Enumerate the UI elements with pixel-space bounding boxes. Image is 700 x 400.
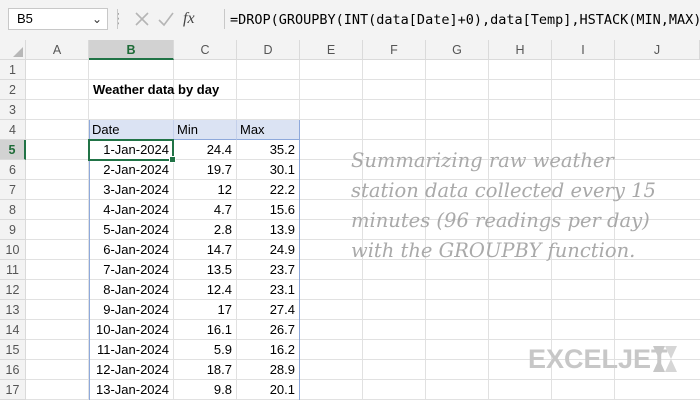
date-cell[interactable]: 12-Jan-2024 [89, 360, 174, 380]
date-cell[interactable]: 3-Jan-2024 [89, 180, 174, 200]
max-cell[interactable]: 15.6 [237, 200, 300, 220]
row-header[interactable]: 17 [0, 380, 26, 400]
row-header[interactable]: 4 [0, 120, 26, 140]
sheet-title[interactable]: Weather data by day [93, 80, 219, 100]
divider [224, 9, 225, 29]
formula-input[interactable]: =DROP(GROUPBY(INT(data[Date]+0),data[Tem… [230, 9, 700, 31]
row-header[interactable]: 16 [0, 360, 26, 380]
max-cell[interactable]: 13.9 [237, 220, 300, 240]
max-cell[interactable]: 26.7 [237, 320, 300, 340]
chevron-down-icon[interactable]: ⌄ [92, 9, 102, 29]
date-cell[interactable]: 2-Jan-2024 [89, 160, 174, 180]
exceljet-logo-mark-icon [653, 346, 677, 372]
min-cell[interactable]: 5.9 [174, 340, 237, 360]
column-header-e[interactable]: E [300, 40, 363, 60]
row-header[interactable]: 11 [0, 260, 26, 280]
min-cell[interactable]: 13.5 [174, 260, 237, 280]
row-header[interactable]: 5 [0, 140, 26, 160]
column-header-f[interactable]: F [363, 40, 426, 60]
row-header[interactable]: 7 [0, 180, 26, 200]
column-headers: A B C D E F G H I J [0, 40, 700, 60]
date-cell[interactable]: 7-Jan-2024 [89, 260, 174, 280]
min-cell[interactable]: 16.1 [174, 320, 237, 340]
max-cell[interactable]: 30.1 [237, 160, 300, 180]
max-cell[interactable]: 23.7 [237, 260, 300, 280]
column-header-j[interactable]: J [615, 40, 700, 60]
max-cell[interactable]: 16.2 [237, 340, 300, 360]
row-header[interactable]: 9 [0, 220, 26, 240]
row-header[interactable]: 6 [0, 160, 26, 180]
min-cell[interactable]: 12.4 [174, 280, 237, 300]
column-header-a[interactable]: A [26, 40, 89, 60]
min-cell[interactable]: 9.8 [174, 380, 237, 400]
date-cell[interactable]: 9-Jan-2024 [89, 300, 174, 320]
exceljet-logo: EXCELJET [528, 344, 668, 374]
row-header[interactable]: 1 [0, 60, 26, 80]
row-header[interactable]: 10 [0, 240, 26, 260]
table-header-min[interactable]: Min [174, 120, 237, 140]
row-header[interactable]: 14 [0, 320, 26, 340]
min-cell[interactable]: 19.7 [174, 160, 237, 180]
date-cell[interactable]: 11-Jan-2024 [89, 340, 174, 360]
max-cell[interactable]: 20.1 [237, 380, 300, 400]
max-cell[interactable]: 22.2 [237, 180, 300, 200]
date-cell[interactable]: 8-Jan-2024 [89, 280, 174, 300]
min-cell[interactable]: 12 [174, 180, 237, 200]
description-note: Summarizing raw weather station data col… [351, 149, 656, 262]
date-cell[interactable]: 4-Jan-2024 [89, 200, 174, 220]
row-header[interactable]: 13 [0, 300, 26, 320]
row-header[interactable]: 12 [0, 280, 26, 300]
divider [117, 9, 118, 29]
table-header-max[interactable]: Max [237, 120, 300, 140]
column-header-d[interactable]: D [237, 40, 300, 60]
min-cell[interactable]: 2.8 [174, 220, 237, 240]
cancel-icon[interactable] [134, 9, 150, 29]
insert-function-icon[interactable]: fx [183, 9, 195, 29]
max-cell[interactable]: 28.9 [237, 360, 300, 380]
more-options-icon[interactable]: ⋮ [111, 8, 125, 28]
enter-check-icon[interactable] [157, 9, 175, 29]
date-cell[interactable]: 10-Jan-2024 [89, 320, 174, 340]
row-header[interactable]: 2 [0, 80, 26, 100]
date-cell[interactable]: 1-Jan-2024 [89, 140, 174, 160]
min-cell[interactable]: 18.7 [174, 360, 237, 380]
name-box[interactable]: B5 ⌄ [8, 8, 108, 30]
min-cell[interactable]: 14.7 [174, 240, 237, 260]
formula-bar: B5 ⌄ ⋮ fx =DROP(GROUPBY(INT(data[Date]+0… [0, 0, 700, 41]
max-cell[interactable]: 24.9 [237, 240, 300, 260]
name-box-value: B5 [17, 11, 33, 26]
table-header-date[interactable]: Date [89, 120, 174, 140]
min-cell[interactable]: 17 [174, 300, 237, 320]
row-header[interactable]: 8 [0, 200, 26, 220]
column-header-c[interactable]: C [174, 40, 237, 60]
column-header-g[interactable]: G [426, 40, 489, 60]
date-cell[interactable]: 5-Jan-2024 [89, 220, 174, 240]
row-header[interactable]: 3 [0, 100, 26, 120]
max-cell[interactable]: 23.1 [237, 280, 300, 300]
min-cell[interactable]: 24.4 [174, 140, 237, 160]
column-header-i[interactable]: I [552, 40, 615, 60]
min-cell[interactable]: 4.7 [174, 200, 237, 220]
column-header-h[interactable]: H [489, 40, 552, 60]
date-cell[interactable]: 6-Jan-2024 [89, 240, 174, 260]
date-cell[interactable]: 13-Jan-2024 [89, 380, 174, 400]
max-cell[interactable]: 27.4 [237, 300, 300, 320]
column-header-b[interactable]: B [89, 40, 174, 60]
row-header[interactable]: 15 [0, 340, 26, 360]
max-cell[interactable]: 35.2 [237, 140, 300, 160]
